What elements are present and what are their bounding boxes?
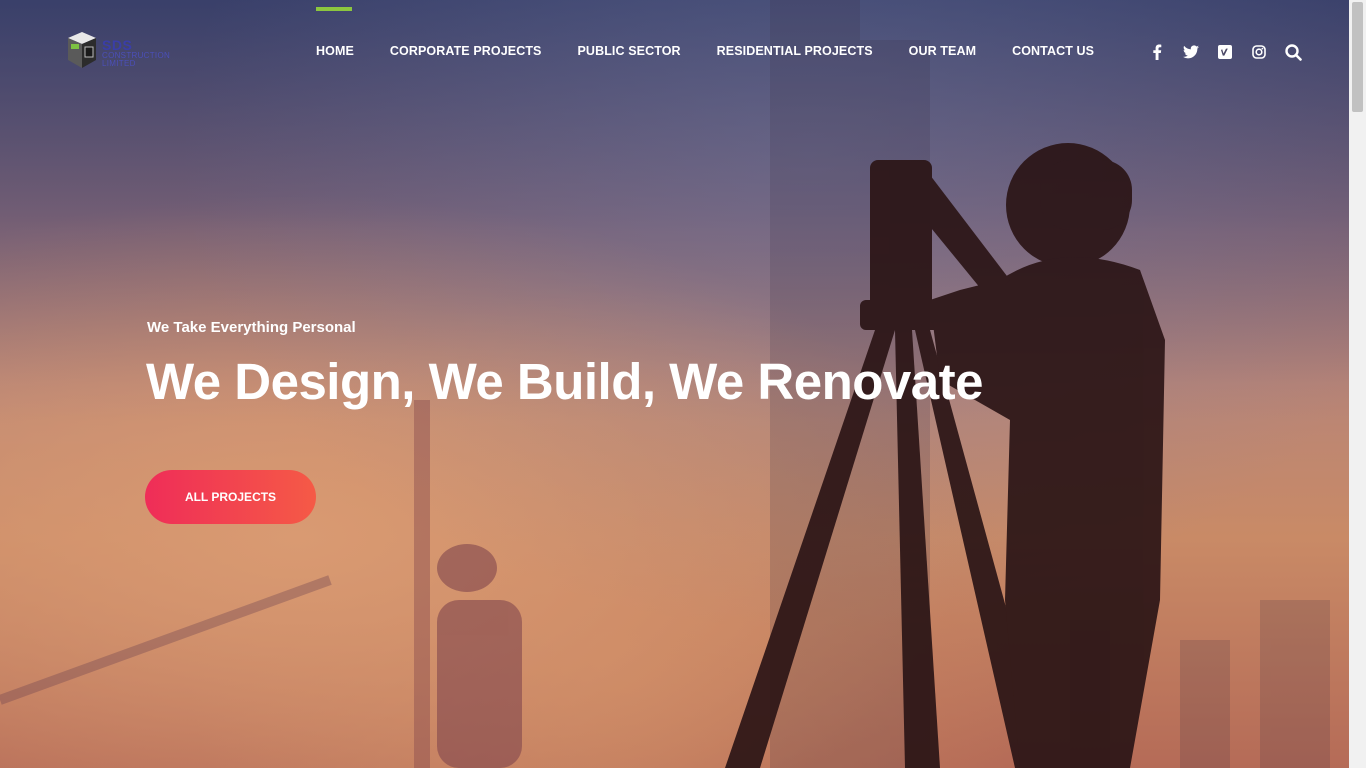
scrollbar-thumb[interactable] (1352, 2, 1363, 112)
hero-headline: We Design, We Build, We Renovate (146, 353, 984, 410)
logo-cube-icon (68, 32, 96, 68)
nav-public-sector[interactable]: PUBLIC SECTOR (578, 44, 681, 58)
social-links (1148, 43, 1318, 61)
nav-corporate-projects[interactable]: CORPORATE PROJECTS (390, 44, 542, 58)
search-icon[interactable] (1284, 43, 1302, 61)
site-logo[interactable]: SDS CONSTRUCTION LIMITED (64, 30, 184, 74)
nav-contact-us[interactable]: CONTACT US (1012, 44, 1094, 58)
all-projects-button[interactable]: ALL PROJECTS (145, 470, 316, 524)
nav-residential-projects[interactable]: RESIDENTIAL PROJECTS (717, 44, 873, 58)
nav-our-team[interactable]: OUR TEAM (909, 44, 976, 58)
logo-subtitle: CONSTRUCTION LIMITED (102, 51, 171, 68)
all-projects-button-label: ALL PROJECTS (184, 490, 277, 504)
nav-home[interactable]: HOME (316, 7, 354, 58)
hero-tagline: We Take Everything Personal (147, 319, 356, 336)
twitter-icon[interactable] (1182, 43, 1200, 61)
vimeo-icon[interactable] (1216, 43, 1234, 61)
page-scrollbar[interactable] (1349, 0, 1366, 768)
facebook-icon[interactable] (1148, 43, 1166, 61)
main-nav: HOME CORPORATE PROJECTS PUBLIC SECTOR RE… (316, 7, 1130, 58)
instagram-icon[interactable] (1250, 43, 1268, 61)
